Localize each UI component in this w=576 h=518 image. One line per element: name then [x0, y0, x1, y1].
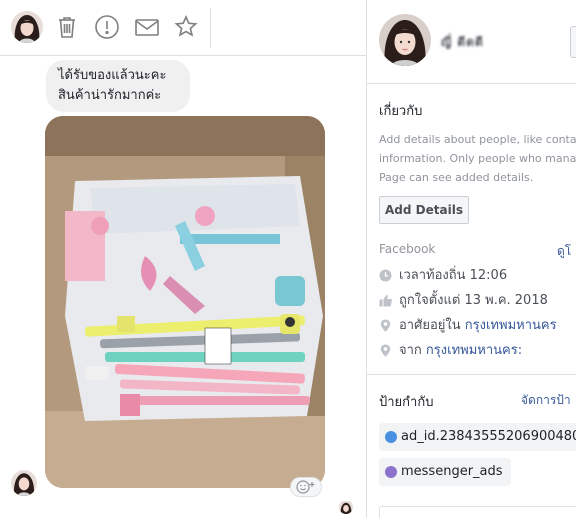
- tag-text: ad_id.23843555206900480: [401, 429, 576, 444]
- labels-divider: [367, 374, 576, 375]
- like-icon: [379, 294, 392, 307]
- conversation-toolbar: [0, 0, 366, 56]
- message-line-2: สินค้าน่ารักมากค่ะ: [58, 88, 162, 103]
- conversation-pane: ได้รับของแล้วนะคะ สินค้าน่ารักมากค่ะ: [0, 0, 366, 518]
- profile-header: ญี่ ดีดดี: [367, 0, 576, 84]
- message-line-1: ได้รับของแล้วนะคะ: [58, 68, 167, 83]
- about-title: เกี่ยวกับ: [379, 104, 423, 119]
- from-prefix: จาก: [399, 343, 426, 358]
- manage-labels-link[interactable]: จัดการป้า: [521, 391, 571, 410]
- seen-indicator-avatar: [339, 500, 353, 514]
- profile-name: ญี่ ดีดดี: [441, 35, 484, 49]
- message-photo[interactable]: [45, 116, 325, 488]
- liked-since-text: ถูกใจตั้งแต่ 13 พ.ค. 2018: [399, 293, 548, 308]
- clock-icon: [379, 269, 392, 282]
- message-bubble[interactable]: ได้รับของแล้วนะคะ สินค้าน่ารักมากค่ะ: [46, 60, 190, 112]
- facebook-view-link[interactable]: ดูโ: [557, 242, 571, 261]
- tag-color-dot: [385, 466, 397, 478]
- add-label-input[interactable]: [379, 506, 576, 518]
- profile-action-button[interactable]: [570, 26, 576, 58]
- labels-title: ป้ายกำกับ: [379, 395, 434, 410]
- toolbar-divider: [210, 8, 211, 48]
- lives-in-prefix: อาศัยอยู่ใน: [399, 318, 465, 333]
- alert-icon[interactable]: [93, 13, 121, 41]
- from-text: จาก กรุงเทพมหานคร:: [399, 342, 522, 360]
- lives-in-text: อาศัยอยู่ใน กรุงเทพมหานคร: [399, 317, 557, 335]
- tag-color-dot: [385, 431, 397, 443]
- envelope-icon[interactable]: [133, 13, 161, 41]
- from-link[interactable]: กรุงเทพมหานคร:: [426, 343, 522, 358]
- sender-avatar[interactable]: [11, 470, 37, 496]
- label-tag-ad-id[interactable]: ad_id.23843555206900480: [379, 423, 576, 451]
- lives-in-link[interactable]: กรุงเทพมหานคร: [465, 318, 557, 333]
- about-description: Add details about people, like contac in…: [379, 130, 576, 187]
- about-desc-line-2: information. Only people who manag: [379, 152, 576, 165]
- contact-info-pane: ญี่ ดีดดี เกี่ยวกับ Add details about pe…: [366, 0, 576, 518]
- trash-icon[interactable]: [53, 13, 81, 41]
- label-tag-messenger-ads[interactable]: messenger_ads: [379, 458, 511, 486]
- add-reaction-button[interactable]: [290, 477, 322, 497]
- profile-avatar[interactable]: [379, 14, 431, 66]
- about-desc-line-3: Page can see added details.: [379, 171, 534, 184]
- location-icon: [379, 319, 392, 332]
- smiley-plus-icon: [296, 480, 315, 494]
- add-details-button[interactable]: Add Details: [379, 196, 469, 224]
- toolbar-avatar[interactable]: [11, 11, 43, 43]
- about-desc-line-1: Add details about people, like contac: [379, 133, 576, 146]
- local-time-text: เวลาท้องถิ่น 12:06: [399, 268, 508, 283]
- facebook-label: Facebook: [379, 242, 436, 256]
- location-icon: [379, 344, 392, 357]
- tag-text: messenger_ads: [401, 464, 503, 479]
- star-icon[interactable]: [172, 13, 200, 41]
